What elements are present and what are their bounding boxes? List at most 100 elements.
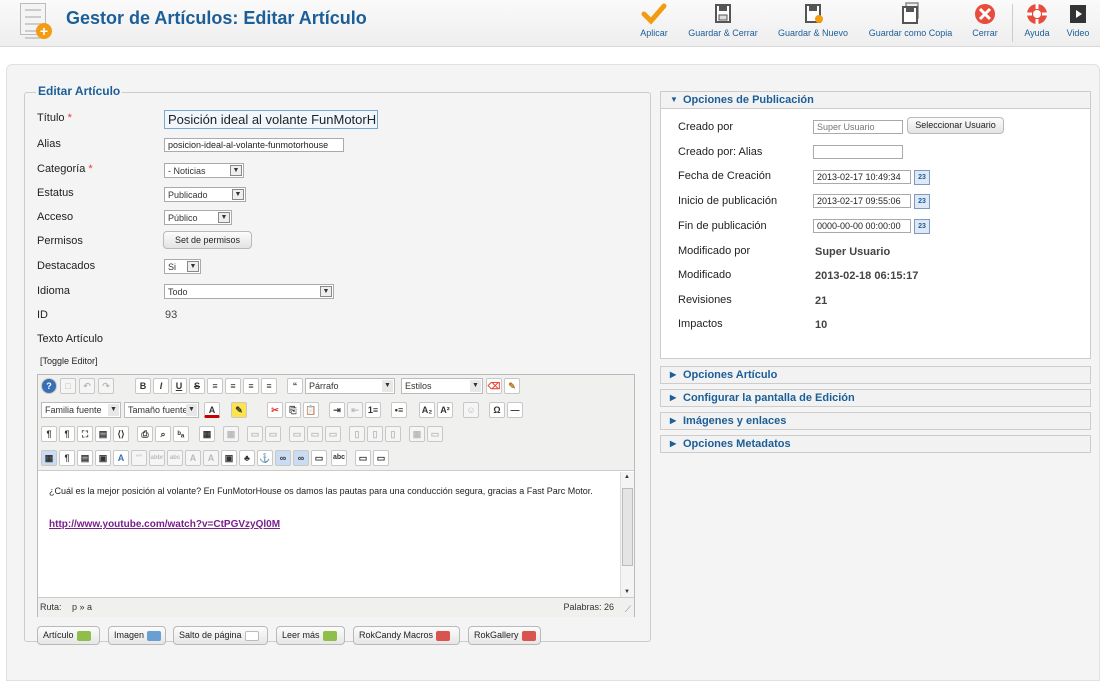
save-new-button[interactable]: Guardar & Nuevo: [772, 0, 854, 46]
cut-icon[interactable]: ✂: [267, 402, 283, 418]
underline-icon[interactable]: U: [171, 378, 187, 394]
toggle-editor-link[interactable]: [Toggle Editor]: [40, 356, 98, 366]
styles-select[interactable]: Estilos ▼: [401, 378, 483, 394]
metadata-options-header[interactable]: ▶ Opciones Metadatos: [660, 435, 1091, 453]
calendar-icon[interactable]: 23: [914, 219, 930, 234]
publishing-options-header[interactable]: ▼ Opciones de Publicación: [660, 91, 1091, 109]
insert-article-button[interactable]: Artículo: [37, 626, 100, 645]
insert-layer-icon[interactable]: ▤: [77, 450, 93, 466]
pagebreak-icon[interactable]: ▭: [373, 450, 389, 466]
rokcandy-macros-button[interactable]: RokCandy Macros: [353, 626, 460, 645]
help-button[interactable]: Ayuda: [1018, 0, 1056, 46]
ltr-icon[interactable]: ¶: [41, 426, 57, 442]
eraser-icon[interactable]: ⌫: [486, 378, 502, 394]
emotions-icon[interactable]: ☺: [463, 402, 479, 418]
align-justify-icon[interactable]: ≡: [261, 378, 277, 394]
editor-youtube-link[interactable]: http://www.youtube.com/watch?v=CtPGVzyQl…: [49, 519, 280, 530]
align-left-icon[interactable]: ≡: [207, 378, 223, 394]
save-close-button[interactable]: Guardar & Cerrar: [681, 0, 765, 46]
superscript-icon[interactable]: A²: [437, 402, 453, 418]
subscript-icon[interactable]: A₂: [419, 402, 435, 418]
cell-props-icon[interactable]: ▭: [265, 426, 281, 442]
align-right-icon[interactable]: ≡: [243, 378, 259, 394]
featured-select[interactable]: Si ▼: [164, 259, 201, 274]
font-size-select[interactable]: Tamaño fuente ▼: [124, 402, 199, 418]
rokgallery-button[interactable]: RokGallery: [468, 626, 541, 645]
bullet-list-icon[interactable]: •≡: [391, 402, 407, 418]
abbr-icon[interactable]: abbr: [149, 450, 165, 466]
highlight-color-icon[interactable]: ✎: [231, 402, 247, 418]
media-icon[interactable]: ♣: [239, 450, 255, 466]
outdent-icon[interactable]: ⇤: [347, 402, 363, 418]
publish-up-field[interactable]: 2013-02-17 09:55:06: [813, 194, 911, 208]
scroll-up-icon[interactable]: ▲: [624, 474, 630, 480]
help-icon[interactable]: ?: [41, 378, 57, 394]
editor-content-area[interactable]: ¿Cuál es la mejor posición al volante? E…: [38, 472, 634, 597]
category-select[interactable]: - Noticias ▼: [164, 163, 244, 178]
indent-icon[interactable]: ⇥: [329, 402, 345, 418]
template-icon[interactable]: ▭: [355, 450, 371, 466]
insert-image-button[interactable]: Imagen: [108, 626, 166, 645]
editor-scrollbar[interactable]: ▲ ▼: [620, 472, 634, 597]
created-by-field[interactable]: Super Usuario: [813, 120, 903, 134]
absolute-icon[interactable]: ▣: [95, 450, 111, 466]
access-select[interactable]: Público ▼: [164, 210, 232, 225]
replace-icon[interactable]: ᵇₐ: [173, 426, 189, 442]
resize-handle-icon[interactable]: ⟋: [625, 604, 631, 615]
new-document-icon[interactable]: □: [60, 378, 76, 394]
split-cells-icon[interactable]: ▦: [409, 426, 425, 442]
video-button[interactable]: Video: [1061, 0, 1095, 46]
html-source-icon[interactable]: ⟨⟩: [113, 426, 129, 442]
fullscreen-icon[interactable]: ⛶: [77, 426, 93, 442]
calendar-icon[interactable]: 23: [914, 194, 930, 209]
show-blocks-icon[interactable]: ¶: [59, 450, 75, 466]
row-props-icon[interactable]: ▭: [247, 426, 263, 442]
col-after-icon[interactable]: ▯: [367, 426, 383, 442]
special-chars-icon[interactable]: Ω: [489, 402, 505, 418]
rtl-icon[interactable]: ¶: [59, 426, 75, 442]
undo-icon[interactable]: ↶: [79, 378, 95, 394]
horizontal-rule-icon[interactable]: —: [507, 402, 523, 418]
paste-icon[interactable]: 📋: [303, 402, 319, 418]
visual-aid-icon[interactable]: ▦: [41, 450, 57, 466]
copy-icon[interactable]: ⎘: [285, 402, 301, 418]
font-family-select[interactable]: Familia fuente ▼: [41, 402, 121, 418]
title-field[interactable]: Posición ideal al volante FunMotorH: [164, 110, 378, 129]
cite-icon[interactable]: “”: [131, 450, 147, 466]
cleanup-brush-icon[interactable]: ✎: [504, 378, 520, 394]
format-select[interactable]: Párrafo ▼: [305, 378, 395, 394]
ins-icon[interactable]: A: [203, 450, 219, 466]
search-icon[interactable]: ⌕: [155, 426, 171, 442]
text-color-icon[interactable]: A: [204, 402, 220, 418]
spellcheck-icon[interactable]: abc: [331, 450, 347, 466]
image-icon[interactable]: ▣: [221, 450, 237, 466]
scroll-down-icon[interactable]: ▼: [624, 589, 630, 595]
page-break-button[interactable]: Salto de página: [173, 626, 268, 645]
set-permissions-button[interactable]: Set de permisos: [163, 231, 252, 249]
bold-icon[interactable]: B: [135, 378, 151, 394]
select-user-button[interactable]: Seleccionar Usuario: [907, 117, 1004, 134]
language-select[interactable]: Todo ▼: [164, 284, 334, 299]
attribs-icon[interactable]: ▭: [311, 450, 327, 466]
numbered-list-icon[interactable]: 1≡: [365, 402, 381, 418]
print-icon[interactable]: ⎙: [137, 426, 153, 442]
preview-icon[interactable]: ▤: [95, 426, 111, 442]
blockquote-icon[interactable]: “: [287, 378, 303, 394]
scrollbar-thumb[interactable]: [622, 488, 633, 566]
col-before-icon[interactable]: ▯: [349, 426, 365, 442]
row-after-icon[interactable]: ▭: [307, 426, 323, 442]
path-value[interactable]: p » a: [72, 602, 92, 612]
apply-button[interactable]: Aplicar: [633, 0, 675, 46]
delete-col-icon[interactable]: ▯: [385, 426, 401, 442]
table-icon[interactable]: ▦: [199, 426, 215, 442]
status-select[interactable]: Publicado ▼: [164, 187, 246, 202]
edit-screen-options-header[interactable]: ▶ Configurar la pantalla de Edición: [660, 389, 1091, 407]
unlink-icon[interactable]: ∞: [293, 450, 309, 466]
table-props-icon[interactable]: ▦: [223, 426, 239, 442]
article-options-header[interactable]: ▶ Opciones Artículo: [660, 366, 1091, 384]
images-links-header[interactable]: ▶ Imágenes y enlaces: [660, 412, 1091, 430]
created-date-field[interactable]: 2013-02-17 10:49:34: [813, 170, 911, 184]
strikethrough-icon[interactable]: S: [189, 378, 205, 394]
row-before-icon[interactable]: ▭: [289, 426, 305, 442]
calendar-icon[interactable]: 23: [914, 170, 930, 185]
